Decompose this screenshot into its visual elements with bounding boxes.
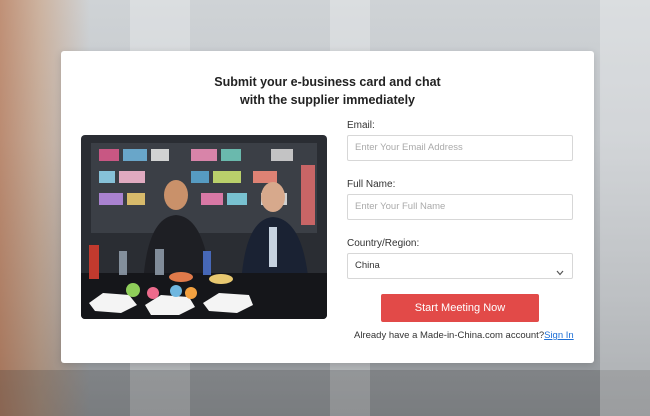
full-name-field[interactable]: Enter Your Full Name (347, 194, 573, 220)
dialog-title-line1: Submit your e-business card and chat (214, 75, 441, 89)
country-value: China (355, 260, 380, 271)
email-label: Email: (347, 120, 375, 131)
full-name-label: Full Name: (347, 179, 396, 190)
account-text: Already have a Made-in-China.com account… (354, 330, 545, 341)
sign-in-prompt: Already have a Made-in-China.com account… (354, 330, 574, 341)
dialog-title-line2: with the supplier immediately (239, 93, 416, 107)
dialog-title: Submit your e-business card and chat wit… (61, 73, 594, 109)
sign-in-link[interactable]: Sign In (544, 330, 574, 341)
supplier-photo (81, 135, 327, 319)
email-field[interactable]: Enter Your Email Address (347, 135, 573, 161)
country-label: Country/Region: (347, 238, 420, 249)
full-name-placeholder: Enter Your Full Name (355, 201, 446, 212)
country-select[interactable]: China (347, 253, 573, 279)
meeting-dialog: Submit your e-business card and chat wit… (61, 51, 594, 363)
start-meeting-button[interactable]: Start Meeting Now (381, 294, 539, 322)
chevron-down-icon (556, 262, 564, 286)
email-placeholder: Enter Your Email Address (355, 142, 463, 153)
